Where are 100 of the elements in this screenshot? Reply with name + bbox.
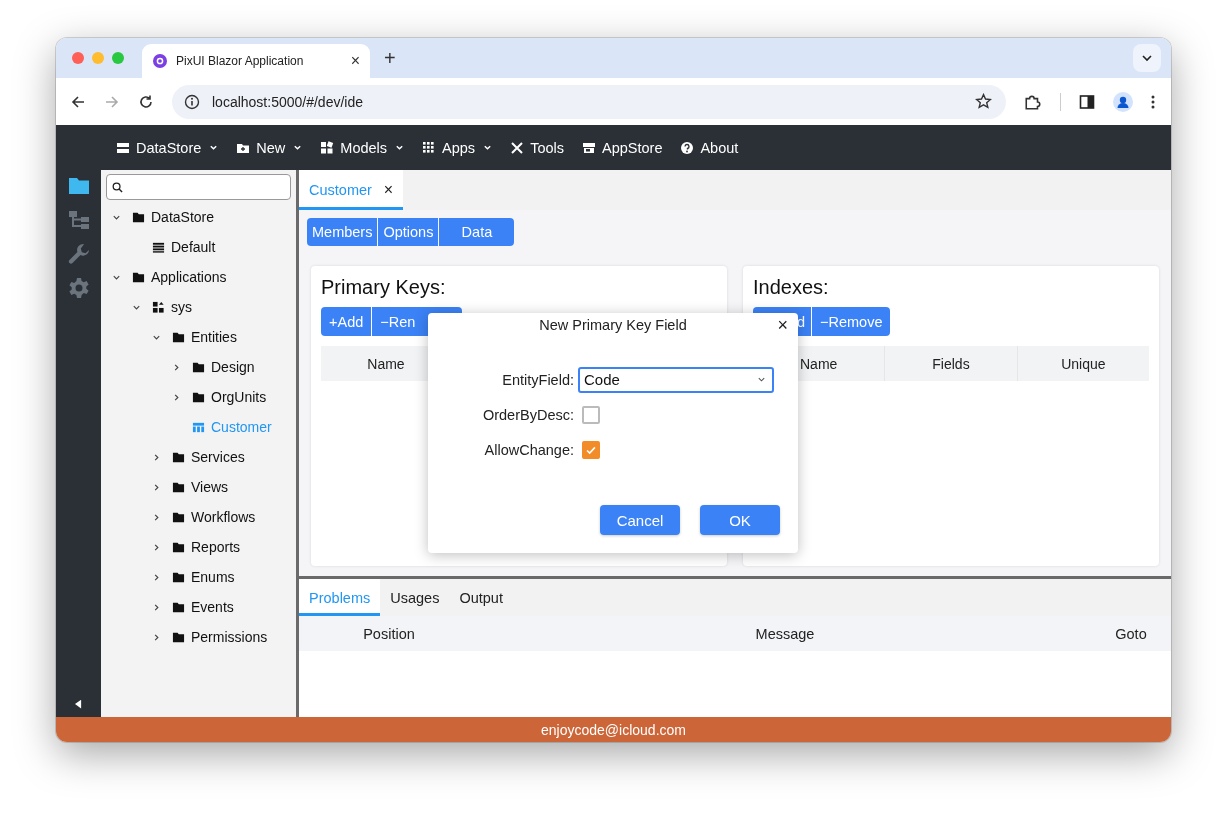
- section-title: Primary Keys:: [321, 276, 447, 299]
- more-icon[interactable]: [1151, 93, 1155, 110]
- address-bar[interactable]: localhost:5000/#/dev/ide: [172, 84, 1006, 119]
- tree-item[interactable]: Views: [106, 472, 291, 502]
- menu-item[interactable]: AppStore: [582, 139, 663, 156]
- tree-item[interactable]: Services: [106, 442, 291, 472]
- tree-item[interactable]: Enums: [106, 562, 291, 592]
- url-text: localhost:5000/#/dev/ide: [212, 93, 363, 110]
- panel-tab[interactable]: Output: [449, 579, 513, 616]
- segment-button[interactable]: Options: [378, 218, 439, 246]
- tree-item[interactable]: Events: [106, 592, 291, 622]
- menu-item[interactable]: Models: [320, 139, 405, 156]
- folder-icon[interactable]: [67, 175, 90, 197]
- folder-icon: [172, 450, 185, 464]
- tree-item[interactable]: Applications: [106, 262, 291, 292]
- caret-icon: [757, 375, 766, 384]
- chevron-right-icon[interactable]: [152, 482, 161, 492]
- back-icon[interactable]: [70, 93, 86, 110]
- column-header: Name: [366, 354, 406, 374]
- chevron-right-icon[interactable]: [152, 542, 161, 552]
- list-icon: [152, 240, 165, 254]
- folder-icon: [172, 510, 185, 524]
- chevron-right-icon[interactable]: [152, 632, 161, 642]
- wrench-icon[interactable]: [67, 243, 90, 265]
- profile-icon[interactable]: [1113, 91, 1133, 112]
- tree-item[interactable]: OrgUnits: [106, 382, 291, 412]
- toolbar-button[interactable]: +Add: [321, 307, 372, 336]
- side-panel-icon[interactable]: [1079, 93, 1095, 110]
- tab-title: PixUI Blazor Application: [176, 54, 305, 68]
- caret-icon: [1141, 52, 1153, 64]
- column-header: Message: [754, 624, 816, 644]
- segment-button[interactable]: Members: [307, 218, 378, 246]
- menu-item[interactable]: DataStore: [116, 139, 219, 156]
- close-tab-button[interactable]: ×: [350, 52, 360, 70]
- folder-icon: [132, 270, 145, 284]
- blocks-icon: [152, 300, 165, 314]
- chevron-right-icon[interactable]: [152, 452, 161, 462]
- tree-item[interactable]: DataStore: [106, 202, 291, 232]
- dialog-button[interactable]: OK: [700, 505, 780, 535]
- tools-icon: [510, 140, 525, 155]
- tree-item[interactable]: Design: [106, 352, 291, 382]
- folder-icon: [172, 540, 185, 554]
- field-label: OrderByDesc:: [481, 406, 574, 423]
- tree-item[interactable]: Entities: [106, 322, 291, 352]
- hierarchy-icon[interactable]: [67, 209, 90, 231]
- chevron-right-icon[interactable]: [152, 602, 161, 612]
- browser-tab[interactable]: PixUI Blazor Application ×: [142, 44, 370, 78]
- folder-icon: [172, 630, 185, 644]
- new-tab-button[interactable]: +: [384, 46, 396, 70]
- folder-icon: [132, 210, 145, 224]
- folder-icon: [172, 480, 185, 494]
- column-header: Fields: [885, 346, 1018, 381]
- dialog-title: New Primary Key Field: [539, 317, 687, 333]
- tab-search-button[interactable]: [1133, 44, 1161, 72]
- folder-icon: [172, 570, 185, 584]
- search-icon: [112, 181, 123, 193]
- menu-item[interactable]: New: [236, 139, 303, 156]
- checkbox[interactable]: [582, 440, 600, 459]
- info-icon[interactable]: [184, 93, 200, 110]
- tree-item[interactable]: Default: [106, 232, 291, 262]
- segment-button[interactable]: Data: [439, 218, 515, 246]
- column-header: Position: [362, 624, 416, 644]
- field-label: EntityField:: [501, 371, 574, 388]
- tree-item[interactable]: sys: [106, 292, 291, 322]
- tree-item[interactable]: Permissions: [106, 622, 291, 652]
- tree-item[interactable]: Workflows: [106, 502, 291, 532]
- panel-tab[interactable]: Usages: [380, 579, 450, 616]
- reload-icon[interactable]: [138, 93, 154, 110]
- chevron-right-icon[interactable]: [152, 572, 161, 582]
- dialog-button[interactable]: Cancel: [600, 505, 680, 535]
- checkbox[interactable]: [582, 405, 600, 424]
- toolbar-button[interactable]: −Remove: [812, 307, 891, 336]
- server-icon: [116, 140, 130, 155]
- chevron-right-icon[interactable]: [152, 512, 161, 522]
- dropdown-field[interactable]: Code: [578, 366, 774, 393]
- chevron-right-icon[interactable]: [172, 392, 181, 402]
- column-header: Goto: [1114, 624, 1148, 644]
- search-field[interactable]: [106, 174, 291, 200]
- status-text: enjoycode@icloud.com: [541, 721, 686, 738]
- menu-item[interactable]: Tools: [510, 139, 564, 156]
- editor-tab[interactable]: Customer ×: [299, 170, 404, 210]
- menu-item[interactable]: Apps: [422, 139, 493, 156]
- folder-icon: [192, 360, 205, 374]
- chevron-right-icon[interactable]: [172, 362, 181, 372]
- folder-icon: [192, 390, 205, 404]
- column-header: Unique: [1060, 354, 1107, 374]
- settings-icon[interactable]: [67, 277, 90, 299]
- help-icon: [680, 140, 695, 155]
- store-icon: [582, 140, 596, 155]
- folder-icon: [172, 330, 185, 344]
- grid-icon: [422, 140, 437, 155]
- menu-item[interactable]: About: [680, 139, 739, 156]
- table-icon: [192, 420, 205, 434]
- star-icon[interactable]: [975, 93, 992, 110]
- close-button[interactable]: ×: [777, 315, 788, 336]
- section-title: Indexes:: [753, 276, 830, 299]
- collapse-icon[interactable]: [75, 699, 82, 709]
- blocks-icon: [320, 140, 335, 155]
- tree-item[interactable]: Reports: [106, 532, 291, 562]
- folder-icon: [172, 600, 185, 614]
